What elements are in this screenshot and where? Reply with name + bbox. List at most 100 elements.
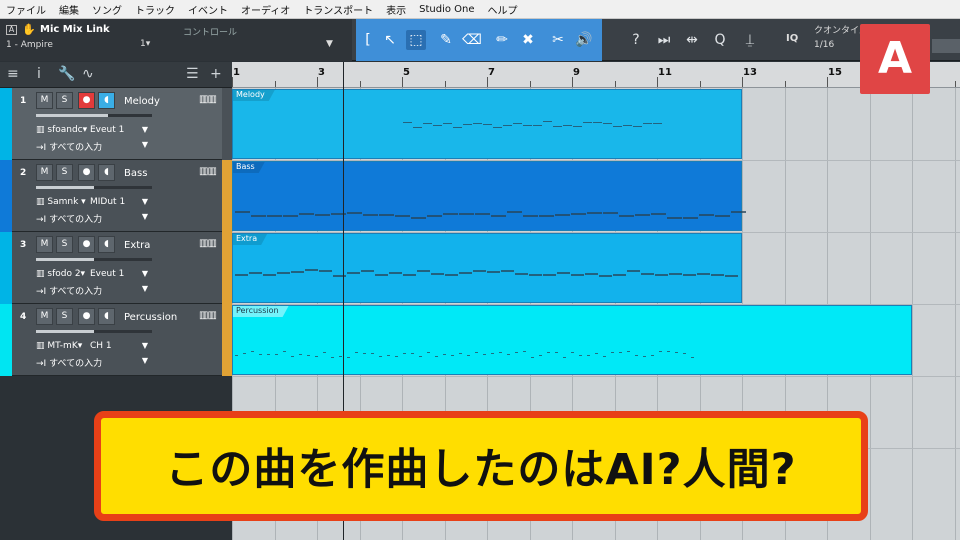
iq-button[interactable]: IQ [786,33,798,44]
input-select[interactable]: すべての入力 [49,359,102,369]
monitor-button[interactable]: ◖ [98,308,115,325]
volume-slider[interactable] [36,330,152,333]
timeline-ruler[interactable]: 1 3 5 7 9 11 13 15 [232,62,960,88]
mute-tool-icon[interactable]: ✖ [518,30,538,50]
auto-badge[interactable]: A [6,25,17,35]
track-header-melody[interactable]: 1 M S ● ◖ Melody ▥▥ ▥ sfoandc▾ Eveut 1 ▼… [0,88,232,160]
menu-item-9[interactable]: ヘルプ [488,2,518,17]
instrument-select[interactable]: Samnk ▾ [47,197,85,207]
mute-button[interactable]: M [36,308,53,325]
chevron-down-icon[interactable]: ▼ [326,39,333,49]
track-name[interactable]: Extra [124,240,150,251]
snap-both-icon[interactable]: ⇹ [682,30,702,50]
preset-dropdown[interactable]: 1▾ [140,39,150,49]
monitor-button[interactable]: ◖ [98,236,115,253]
instrument-row[interactable]: ▥ Samnk ▾ MIDut 1 ▼ [36,197,152,210]
menu-item-2[interactable]: ソング [92,2,122,17]
clip-bass[interactable]: Bass [232,161,746,231]
track-list-icon[interactable]: ☰ [186,66,199,82]
solo-button[interactable]: S [56,164,73,181]
channel-select[interactable]: CH 1 [90,341,112,351]
monitor-button[interactable]: ◖ [98,164,115,181]
record-arm-button[interactable]: ● [78,92,95,109]
solo-button[interactable]: S [56,92,73,109]
input-select[interactable]: すべての入力 [49,287,102,297]
clip-melody[interactable]: Melody [232,89,742,159]
mute-button[interactable]: M [36,236,53,253]
track-color-bar[interactable] [0,160,12,232]
track-name[interactable]: Bass [124,168,147,179]
chevron-down-icon[interactable]: ▼ [142,140,148,149]
instrument-row[interactable]: ▥ sfoandc▾ Eveut 1 ▼ [36,125,152,138]
range-tool-icon[interactable]: ⬚ [406,30,426,50]
input-row[interactable]: →I すべての入力 ▼ [36,356,152,369]
chevron-down-icon[interactable]: ▼ [142,269,148,278]
eraser-tool-icon[interactable]: ⌫ [462,30,482,50]
input-select[interactable]: すべての入力 [49,143,102,153]
chevron-down-icon[interactable]: ▼ [142,212,148,221]
input-row[interactable]: →I すべての入力 ▼ [36,212,152,225]
input-row[interactable]: →I すべての入力 ▼ [36,140,152,153]
instrument-row[interactable]: ▥ MT-mK▾ CH 1 ▼ [36,341,152,354]
bracket-icon[interactable]: [ [358,30,378,50]
volume-slider[interactable] [36,114,152,117]
add-track-icon[interactable]: + [210,66,222,82]
clip-extra[interactable]: Extra [232,233,742,303]
help-icon[interactable]: ? [626,30,646,50]
paint-tool-icon[interactable]: ✏ [492,30,512,50]
automation-icon[interactable]: ∿ [82,66,94,82]
menu-item-8[interactable]: Studio One [419,4,474,15]
track-header-extra[interactable]: 3 M S ● ◖ Extra ▥▥ ▥ sfodo 2▾ Eveut 1 ▼ … [0,232,232,304]
track-color-bar[interactable] [0,232,12,304]
split-tool-icon[interactable]: ✂ [548,30,568,50]
clip-percussion[interactable]: Percussion [232,305,912,375]
menu-item-4[interactable]: イベント [188,2,228,17]
quantize-value[interactable]: 1/16 [814,40,834,50]
track-name[interactable]: Percussion [124,312,177,323]
info-icon[interactable]: i [37,66,41,82]
chevron-down-icon[interactable]: ▼ [142,356,148,365]
menu-item-3[interactable]: トラック [135,2,175,17]
channel-select[interactable]: Eveut 1 [90,125,124,135]
track-color-bar[interactable] [0,304,12,376]
mute-button[interactable]: M [36,92,53,109]
chevron-down-icon[interactable]: ▼ [142,284,148,293]
record-arm-button[interactable]: ● [78,164,95,181]
solo-button[interactable]: S [56,236,73,253]
instrument-select[interactable]: MT-mK▾ [47,341,82,351]
menu-item-0[interactable]: ファイル [6,2,46,17]
menu-item-7[interactable]: 表示 [386,2,406,17]
monitor-button[interactable]: ◖ [98,92,115,109]
record-arm-button[interactable]: ● [78,308,95,325]
input-row[interactable]: →I すべての入力 ▼ [36,284,152,297]
metronome-icon[interactable]: ⍊ [740,30,760,50]
menu-item-5[interactable]: オーディオ [241,2,290,17]
channel-select[interactable]: MIDut 1 [90,197,125,207]
mute-button[interactable]: M [36,164,53,181]
chevron-down-icon[interactable]: ▼ [142,197,148,206]
track-color-bar[interactable] [0,88,12,160]
track-header-percussion[interactable]: 4 M S ● ◖ Percussion ▥▥ ▥ MT-mK▾ CH 1 ▼ … [0,304,232,376]
hand-icon[interactable]: ✋ [22,23,36,36]
volume-slider[interactable] [36,186,152,189]
track-name[interactable]: Melody [124,96,160,107]
track-header-bass[interactable]: 2 M S ● ◖ Bass ▥▥ ▥ Samnk ▾ MIDut 1 ▼ →I… [0,160,232,232]
wrench-icon[interactable]: 🔧 [58,66,75,82]
snap-forward-icon[interactable]: ⏭ [654,30,674,50]
menu-item-6[interactable]: トランスポート [303,2,373,17]
timebase-field[interactable] [932,39,960,53]
chevron-down-icon[interactable]: ▼ [142,125,148,134]
instrument-select[interactable]: sfodo 2▾ [47,269,85,279]
instrument-row[interactable]: ▥ sfodo 2▾ Eveut 1 ▼ [36,269,152,282]
pencil-tool-icon[interactable]: ✎ [436,30,456,50]
solo-button[interactable]: S [56,308,73,325]
input-select[interactable]: すべての入力 [49,215,102,225]
chevron-down-icon[interactable]: ▼ [142,341,148,350]
channel-select[interactable]: Eveut 1 [90,269,124,279]
record-arm-button[interactable]: ● [78,236,95,253]
menu-item-1[interactable]: 編集 [59,2,79,17]
arrow-tool-icon[interactable]: ↖ [380,30,400,50]
instrument-select[interactable]: sfoandc▾ [47,125,87,135]
speaker-icon[interactable]: 🔊 [574,30,594,50]
volume-slider[interactable] [36,258,152,261]
